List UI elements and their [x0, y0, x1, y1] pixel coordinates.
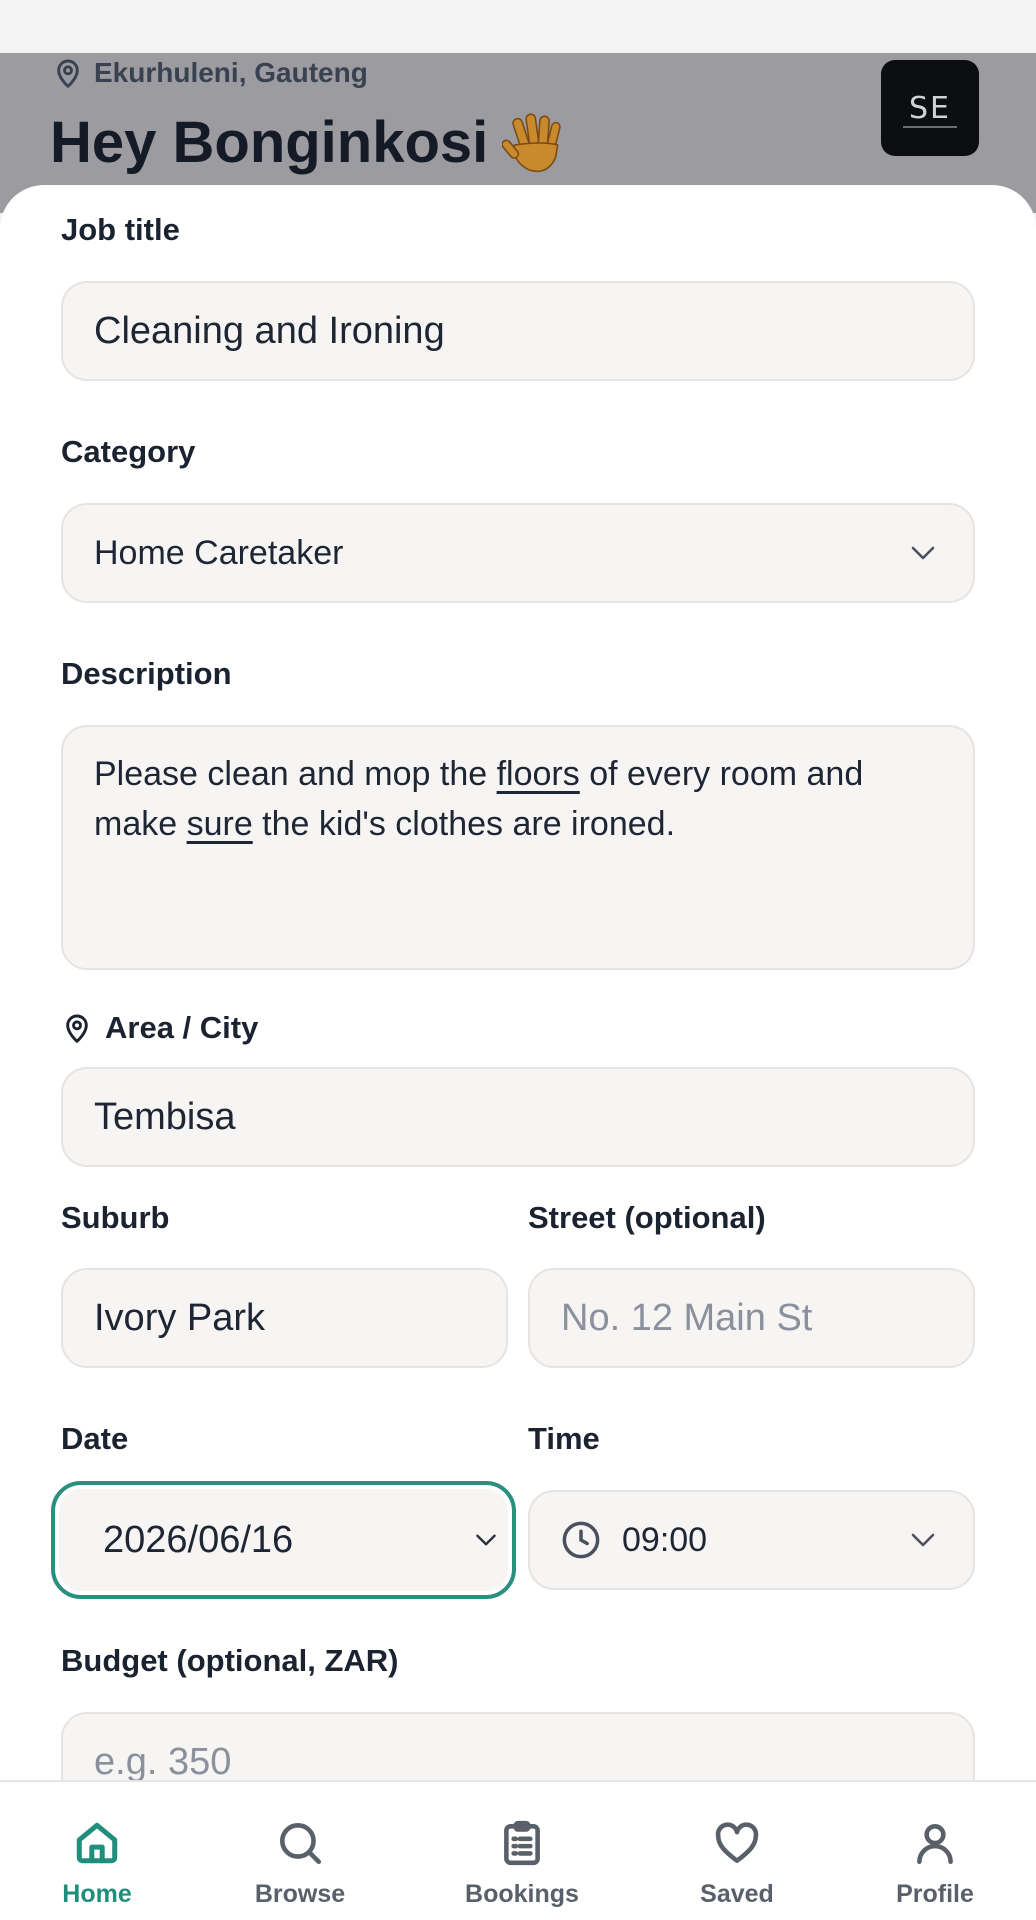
area-label: Area / City [61, 1010, 258, 1046]
greeting-heading: Hey Bonginkosi [50, 109, 568, 176]
spellcheck-word: sure [186, 805, 253, 843]
nav-saved[interactable]: Saved [652, 1782, 822, 1920]
nav-label-profile: Profile [896, 1880, 974, 1908]
suburb-label: Suburb [61, 1200, 170, 1235]
avatar-underline [903, 126, 957, 128]
area-value: Tembisa [94, 1095, 236, 1138]
nav-label-saved: Saved [700, 1880, 774, 1908]
chevron-down-icon [911, 1533, 935, 1547]
budget-input[interactable]: e.g. 350 [61, 1712, 975, 1780]
job-title-label: Job title [61, 212, 180, 247]
category-select[interactable]: Home Caretaker [61, 503, 975, 603]
nav-label-browse: Browse [254, 1880, 346, 1908]
street-placeholder: No. 12 Main St [561, 1296, 813, 1339]
nav-home[interactable]: Home [12, 1782, 182, 1920]
area-input[interactable]: Tembisa [61, 1067, 975, 1167]
nav-label-home: Home [62, 1880, 132, 1908]
description-textarea[interactable]: Please clean and mop the floors of every… [61, 725, 975, 970]
date-picker[interactable]: 2026/06/16 [51, 1481, 516, 1599]
street-label: Street (optional) [528, 1200, 766, 1235]
chevron-down-icon [911, 546, 935, 560]
budget-label: Budget (optional, ZAR) [61, 1643, 399, 1678]
suburb-input[interactable]: Ivory Park [61, 1268, 508, 1368]
time-label: Time [528, 1421, 600, 1456]
nav-bookings[interactable]: Bookings [437, 1782, 607, 1920]
area-label-text: Area / City [105, 1010, 259, 1045]
category-value: Home Caretaker [94, 533, 344, 572]
user-icon [917, 1824, 953, 1865]
date-label: Date [61, 1421, 129, 1456]
chevron-down-icon [476, 1534, 496, 1546]
waving-hand-icon [502, 112, 562, 172]
nav-profile[interactable]: Profile [850, 1782, 1020, 1920]
greeting-text: Hey Bonginkosi [50, 110, 489, 175]
time-value: 09:00 [622, 1520, 708, 1559]
description-text: Please clean and mop the floors of every… [94, 755, 864, 843]
home-icon [76, 1822, 118, 1864]
description-label: Description [61, 656, 232, 691]
status-bar [0, 0, 1036, 53]
street-input[interactable]: No. 12 Main St [528, 1268, 975, 1368]
map-pin-icon [57, 59, 79, 88]
clock-icon [562, 1521, 600, 1559]
category-label: Category [61, 434, 196, 469]
clipboard-icon [504, 1820, 540, 1866]
budget-placeholder: e.g. 350 [94, 1740, 232, 1781]
spellcheck-word: floors [496, 755, 580, 793]
avatar-initials: SE [909, 90, 951, 126]
bottom-navigation: Home Browse Bookings Saved Profile [0, 1780, 1036, 1920]
map-pin-icon [66, 1014, 88, 1043]
job-title-value: Cleaning and Ironing [94, 309, 445, 352]
date-value: 2026/06/16 [103, 1518, 294, 1561]
job-form-sheet: Job title Cleaning and Ironing Category … [0, 185, 1036, 1780]
nav-label-bookings: Bookings [465, 1880, 579, 1908]
time-picker[interactable]: 09:00 [528, 1490, 975, 1590]
location-indicator[interactable]: Ekurhuleni, Gauteng [52, 57, 368, 89]
nav-browse[interactable]: Browse [215, 1782, 385, 1920]
suburb-value: Ivory Park [94, 1296, 266, 1339]
search-icon [280, 1823, 322, 1865]
location-text: Ekurhuleni, Gauteng [94, 57, 368, 88]
heart-icon [715, 1822, 759, 1863]
job-title-input[interactable]: Cleaning and Ironing [61, 281, 975, 381]
avatar[interactable]: SE [881, 60, 979, 156]
